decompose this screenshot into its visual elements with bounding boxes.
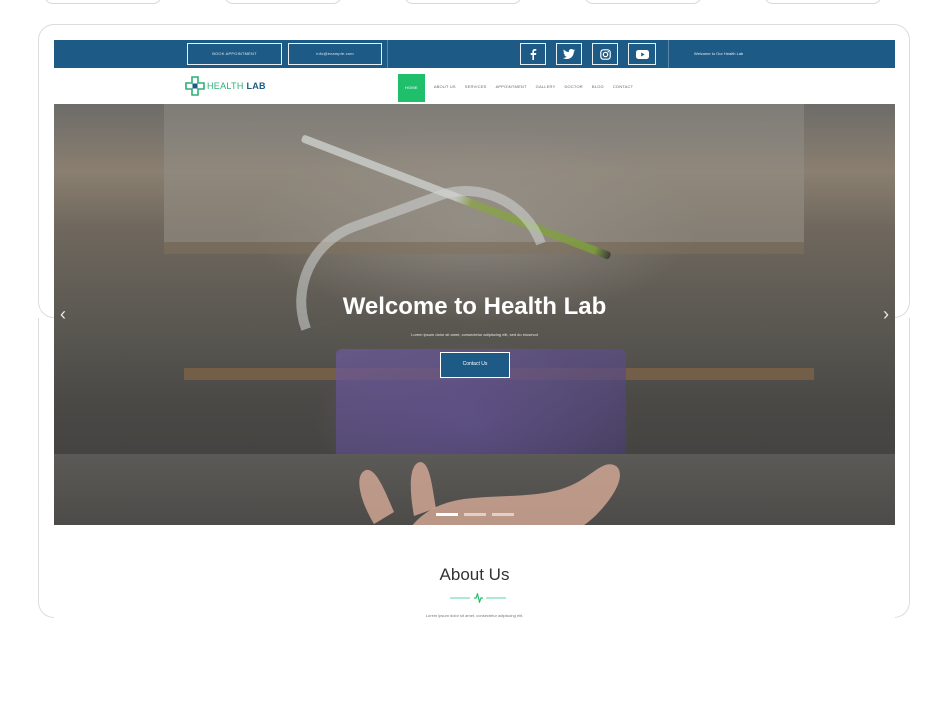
hero-title: Welcome to Health Lab bbox=[342, 293, 607, 320]
tab-pill[interactable] bbox=[764, 0, 882, 4]
tab-pill[interactable] bbox=[584, 0, 702, 4]
contact-us-button[interactable]: Contact Us bbox=[440, 352, 510, 378]
about-text: Lorem ipsum dolor sit amet, consectetur … bbox=[425, 613, 524, 618]
nav-item-home[interactable]: HOME bbox=[398, 74, 425, 102]
nav-item-contact[interactable]: CONTACT bbox=[613, 84, 633, 89]
website-preview: BOOK APPOINTMENT info@example.com Welcom… bbox=[54, 40, 895, 640]
topbar-divider bbox=[387, 40, 388, 68]
slider-dot[interactable] bbox=[463, 513, 486, 516]
topbar-divider bbox=[668, 40, 669, 68]
nav-item-services[interactable]: SERVICES bbox=[465, 84, 487, 89]
tab-pill[interactable] bbox=[224, 0, 342, 4]
slider-dot[interactable] bbox=[491, 513, 514, 516]
top-bar: BOOK APPOINTMENT info@example.com Welcom… bbox=[54, 40, 895, 68]
about-section: About Us Lorem ipsum dolor sit amet, con… bbox=[54, 525, 895, 640]
site-logo[interactable]: HEALTH LAB bbox=[185, 76, 266, 96]
hero-slider: ‹ › Welcome to Health Lab Lorem ipsum do… bbox=[54, 104, 895, 525]
medical-cross-icon bbox=[185, 76, 205, 96]
book-appointment-button[interactable]: BOOK APPOINTMENT bbox=[187, 43, 282, 65]
nav-item-gallery[interactable]: GALLERY bbox=[536, 84, 556, 89]
browser-tab-strip bbox=[0, 0, 946, 8]
facebook-icon[interactable] bbox=[520, 43, 546, 65]
twitter-icon[interactable] bbox=[556, 43, 582, 65]
youtube-icon[interactable] bbox=[628, 43, 656, 65]
nav-item-appointment[interactable]: APPOINTMENT bbox=[496, 84, 527, 89]
nav-menu: HOME ABOUT US SERVICES APPOINTMENT GALLE… bbox=[398, 68, 642, 104]
about-title: About Us bbox=[439, 565, 510, 584]
hero-subtitle: Lorem ipsum dolor sit amet, consectetur … bbox=[411, 332, 538, 337]
tab-pill[interactable] bbox=[404, 0, 522, 4]
hand-image bbox=[359, 462, 620, 525]
tab-pill[interactable] bbox=[44, 0, 162, 4]
nav-item-doctor[interactable]: DOCTOR bbox=[564, 84, 582, 89]
logo-text-light: HEALTH bbox=[207, 81, 244, 91]
slider-dot[interactable] bbox=[435, 513, 458, 516]
heartbeat-separator-icon bbox=[450, 593, 506, 603]
nav-item-about[interactable]: ABOUT US bbox=[434, 84, 456, 89]
main-navbar: HEALTH LAB HOME ABOUT US SERVICES APPOIN… bbox=[54, 68, 895, 104]
nav-item-blog[interactable]: BLOG bbox=[592, 84, 604, 89]
slider-pagination bbox=[54, 513, 895, 516]
welcome-message: Welcome to Our Health Lab bbox=[694, 51, 744, 56]
instagram-icon[interactable] bbox=[592, 43, 618, 65]
logo-text-bold: LAB bbox=[246, 81, 266, 91]
logo-text: HEALTH LAB bbox=[207, 81, 266, 91]
email-link[interactable]: info@example.com bbox=[288, 43, 382, 65]
